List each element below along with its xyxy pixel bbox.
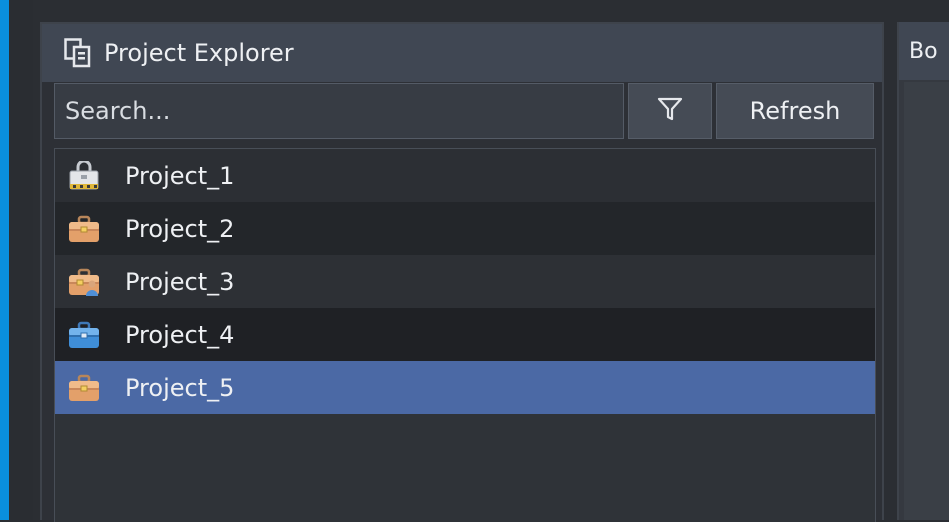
panel-title: Project Explorer — [104, 39, 294, 67]
right-panel: Bo — [897, 22, 949, 520]
briefcase-orange-icon — [67, 214, 101, 244]
refresh-button[interactable]: Refresh — [716, 83, 874, 139]
filter-button[interactable] — [628, 83, 712, 139]
locked-briefcase-icon — [67, 160, 101, 191]
window-accent-bar — [0, 0, 9, 520]
list-item-label: Project_5 — [125, 373, 235, 402]
right-panel-title: Bo — [899, 22, 949, 80]
briefcase-blue-icon — [67, 320, 101, 350]
right-panel-content — [904, 82, 949, 520]
explorer-toolbar: Refresh — [54, 83, 876, 141]
briefcase-user-icon — [67, 267, 101, 297]
briefcase-orange-icon — [67, 373, 101, 403]
list-item[interactable]: Project_1 — [55, 149, 875, 202]
list-item-label: Project_2 — [125, 214, 235, 243]
list-item[interactable]: Project_5 — [55, 361, 875, 414]
list-item[interactable]: Project_2 — [55, 202, 875, 255]
list-item-label: Project_4 — [125, 320, 235, 349]
list-item[interactable]: Project_4 — [55, 308, 875, 361]
project-explorer-icon — [64, 38, 92, 68]
filter-icon — [657, 96, 683, 126]
search-box — [54, 83, 624, 139]
project-list: Project_1 Project_2 Project_3 Project_4 … — [54, 148, 876, 522]
panel-header: Project Explorer — [42, 24, 882, 82]
list-item-label: Project_1 — [125, 161, 235, 190]
left-gutter — [9, 0, 33, 520]
search-input[interactable] — [55, 97, 623, 125]
list-item[interactable]: Project_3 — [55, 255, 875, 308]
list-item-label: Project_3 — [125, 267, 235, 296]
project-explorer-panel: Project Explorer Refresh — [40, 22, 884, 522]
top-strip — [33, 0, 949, 22]
